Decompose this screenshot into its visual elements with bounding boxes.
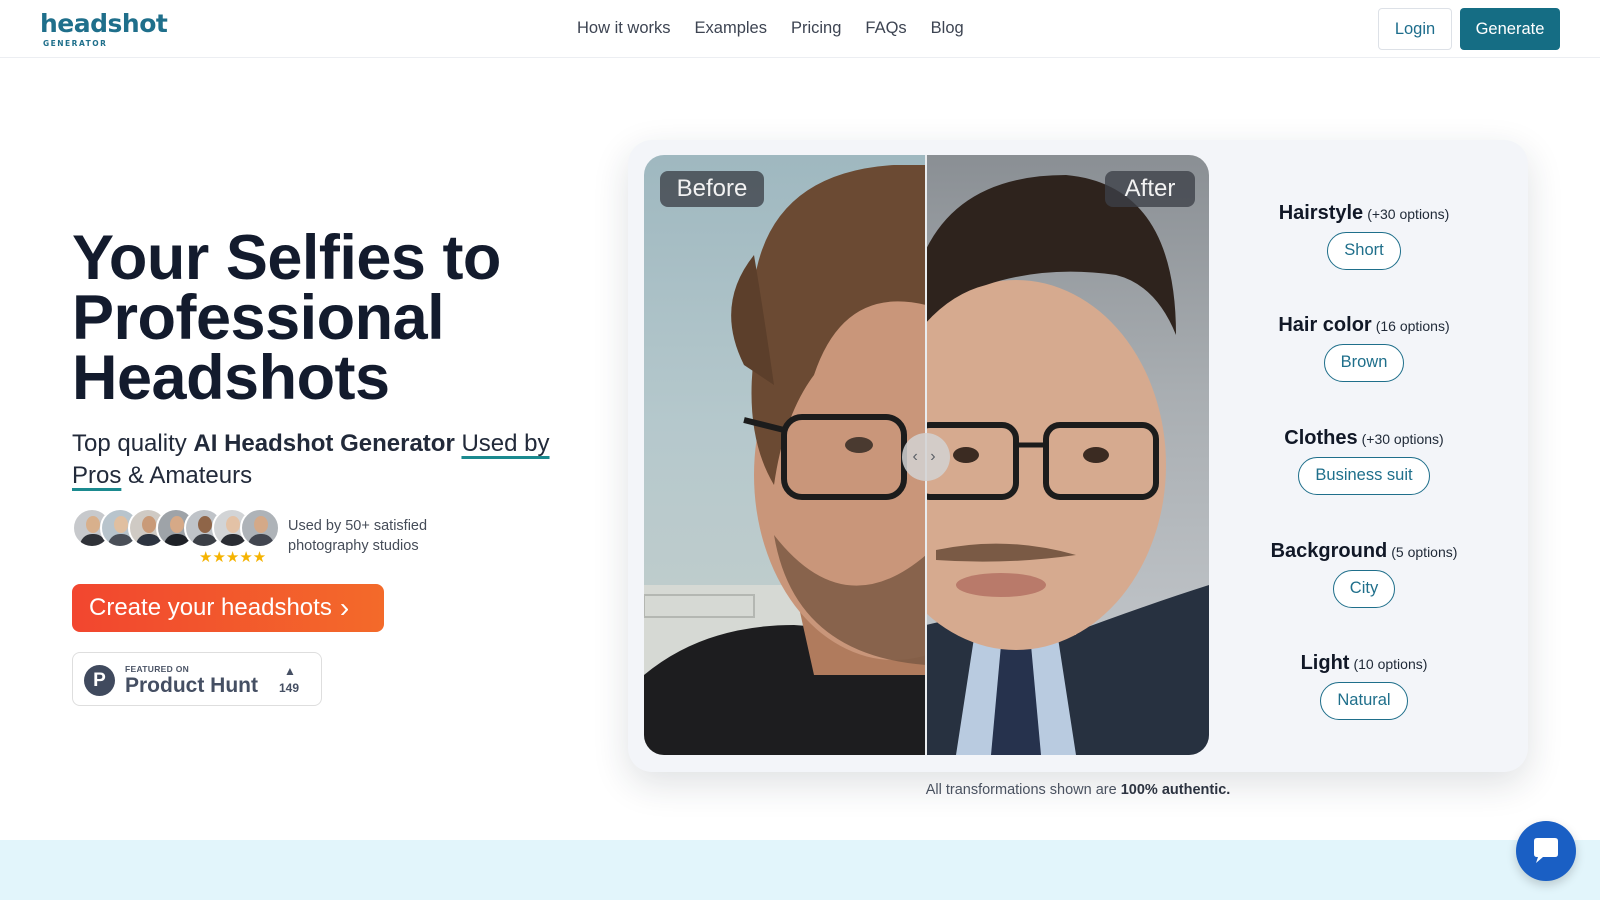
before-photo [644,155,1034,755]
option-title: Hairstyle [1278,202,1364,224]
before-after-comparison[interactable]: ‹ › Before After [644,155,1209,755]
chevron-right-icon: › [339,592,350,623]
option-count: (+30 options) [1361,431,1444,447]
hero-sub-used-by: Used by [461,430,550,457]
nav-how-it-works[interactable]: How it works [577,19,671,38]
create-headshots-button[interactable]: Create your headshots › [72,584,384,632]
avatar [240,508,280,548]
after-portrait-illustration [866,175,1209,755]
authenticity-note: All transformations shown are 100% authe… [628,782,1528,798]
authenticity-bold: 100% authentic. [1120,782,1231,798]
create-headshots-label: Create your headshots [89,594,332,621]
upvote-count: 149 [279,681,300,695]
after-photo [866,155,1209,755]
hero-subtitle: Top quality AI Headshot Generator Used b… [72,428,592,492]
background-chip[interactable]: City [1332,570,1396,608]
option-count: (16 options) [1375,318,1450,334]
hero-sub-bold: AI Headshot Generator [193,430,455,457]
upvote-arrow-icon: ▲ [284,664,296,678]
hero-sub-pros: Pros [72,462,122,489]
chat-bubble-icon [1534,838,1558,863]
login-button[interactable]: Login [1378,8,1452,50]
hero-sub-part-2: & Amateurs [121,462,253,489]
option-title: Light [1300,652,1350,674]
rating-stars: ★★★★★ [199,549,267,566]
headshot-generator-logo[interactable]: headshot GENERATOR [40,9,170,49]
option-title: Hair color [1278,314,1372,336]
hero-title-line-3: Headshots [72,343,390,413]
main-nav: How it works Examples Pricing FAQs Blog [577,19,988,38]
studios-text: Used by 50+ satisfied photography studio… [288,518,428,554]
before-portrait-illustration [644,165,1034,755]
site-header: headshot GENERATOR How it works Examples… [0,0,1600,58]
option-count: (+30 options) [1367,206,1450,222]
product-hunt-featured: FEATURED ON [125,664,190,674]
option-light: Light (10 options) Natural [1216,652,1512,720]
chat-button[interactable] [1516,821,1576,881]
product-hunt-icon: P [84,665,115,696]
generate-button[interactable]: Generate [1460,8,1560,50]
light-chip[interactable]: Natural [1320,682,1408,720]
logo-wordmark: headshot [40,9,168,38]
nav-faqs[interactable]: FAQs [865,19,906,38]
option-count: (5 options) [1391,544,1458,560]
after-label: After [1105,171,1195,207]
hairstyle-chip[interactable]: Short [1327,232,1401,270]
before-label: Before [660,171,764,207]
option-title: Clothes [1284,427,1358,449]
option-count: (10 options) [1353,656,1428,672]
clothes-chip[interactable]: Business suit [1298,457,1430,495]
option-hair-color: Hair color (16 options) Brown [1216,314,1512,382]
nav-pricing[interactable]: Pricing [791,19,841,38]
product-hunt-name: Product Hunt [125,674,258,697]
option-background: Background (5 options) City [1216,540,1512,608]
option-clothes: Clothes (+30 options) Business suit [1216,427,1512,495]
hair-color-chip[interactable]: Brown [1323,344,1405,382]
next-section-band [0,840,1600,900]
option-title: Background [1270,540,1388,562]
authenticity-text: All transformations shown are [925,782,1121,798]
customer-avatars [72,508,282,548]
product-hunt-badge[interactable]: P FEATURED ON Product Hunt ▲ 149 [72,652,322,706]
nav-examples[interactable]: Examples [695,19,767,38]
option-hairstyle: Hairstyle (+30 options) Short [1216,202,1512,270]
hero-sub-part-1: Top quality [72,430,194,457]
nav-blog[interactable]: Blog [931,19,964,38]
hero-title: Your Selfies to Professional Headshots [72,227,592,410]
slider-handle[interactable]: ‹ › [902,433,950,481]
logo-subtitle: GENERATOR [43,39,108,48]
